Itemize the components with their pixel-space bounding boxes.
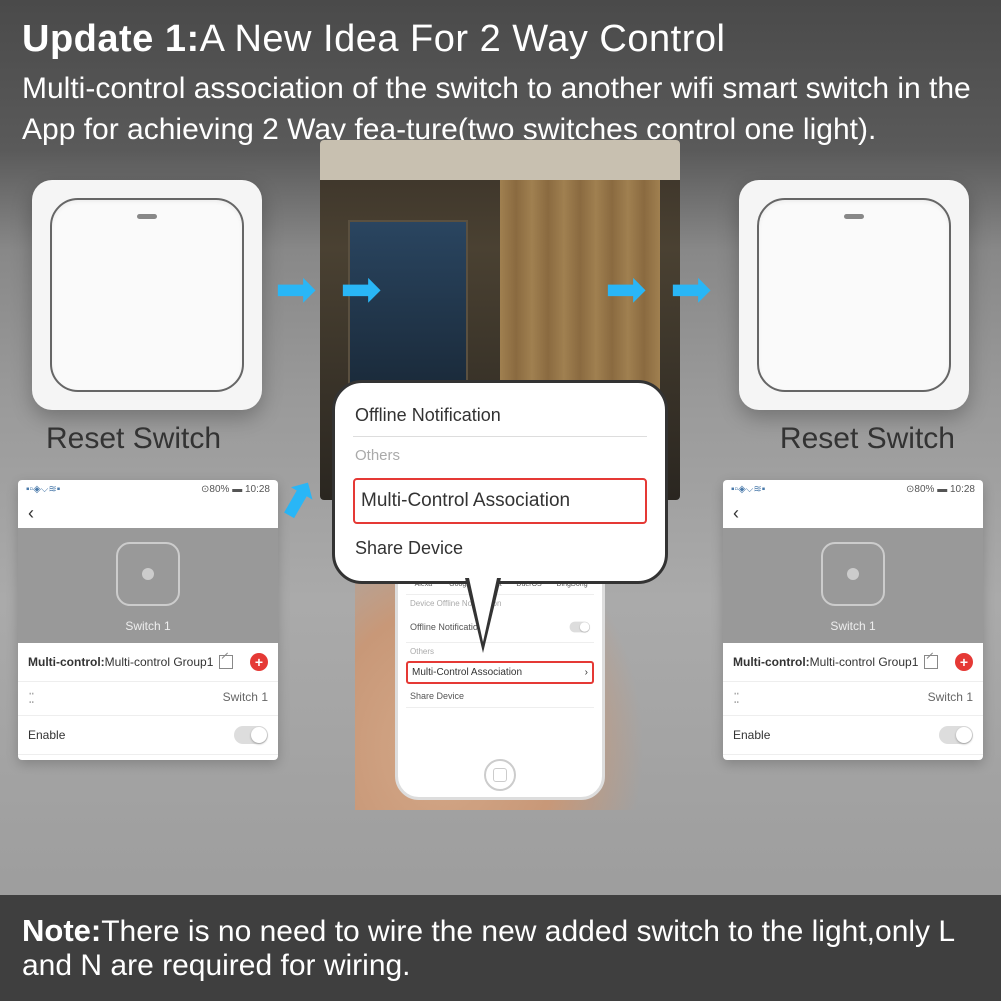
switch-plate — [757, 198, 951, 392]
sub-switch-label: Switch 1 — [223, 690, 268, 707]
chevron-right-icon: › — [585, 667, 588, 678]
dot-icon — [142, 568, 154, 580]
stage: Reset Switch Reset Switch ➡ ➡ ➡ ➡ ➡ ▪▫◈⌵… — [0, 160, 1001, 700]
back-button[interactable]: ‹ — [723, 499, 983, 528]
header: Update 1:A New Idea For 2 Way Control — [0, 0, 1001, 69]
callout-offline: Offline Notification — [353, 395, 647, 437]
dot-icon — [847, 568, 859, 580]
phone-left: ▪▫◈⌵≋▪ ⊙80% ▬ 10:28 ‹ Switch 1 Multi-con… — [18, 480, 278, 760]
footer-note: Note:There is no need to wire the new ad… — [0, 895, 1001, 1001]
switch-icon[interactable] — [821, 542, 885, 606]
status-bar: ▪▫◈⌵≋▪ ⊙80% ▬ 10:28 — [18, 480, 278, 499]
share-label: Share Device — [410, 691, 464, 701]
switch-led-icon — [137, 214, 157, 219]
device-panel: Switch 1 — [723, 528, 983, 643]
callout-share: Share Device — [353, 528, 647, 569]
note-text: There is no need to wire the new added s… — [22, 915, 954, 982]
multi-label: Multi-Control Association — [412, 667, 522, 678]
plus-icon[interactable]: + — [250, 653, 268, 671]
toggle-switch[interactable] — [939, 726, 973, 744]
physical-switch-left — [32, 180, 262, 410]
plus-icon[interactable]: + — [955, 653, 973, 671]
arrow-right-icon: ➡ — [605, 260, 647, 318]
arrow-right-icon: ➡ — [275, 260, 317, 318]
sub-switch-row[interactable]: ⁚⁚ Switch 1 — [723, 682, 983, 716]
arrow-right-icon: ➡ — [670, 260, 712, 318]
multi-control-highlight[interactable]: Multi-Control Association › — [406, 661, 594, 684]
switch-plate — [50, 198, 244, 392]
callout-bubble: Offline Notification Others Multi-Contro… — [332, 380, 668, 584]
page-title: Update 1:A New Idea For 2 Way Control — [22, 18, 979, 61]
switch-name: Switch 1 — [125, 619, 170, 633]
callout-others: Others — [353, 437, 647, 474]
home-button-icon[interactable] — [484, 759, 516, 791]
enable-row: Enable — [18, 716, 278, 755]
note-label: Note: — [22, 913, 101, 948]
multi-control-row[interactable]: Multi-control:Multi-control Group1 + — [723, 643, 983, 682]
callout-tail-icon — [465, 578, 501, 653]
switch-icon[interactable] — [116, 542, 180, 606]
device-icon: ⁚⁚ — [733, 690, 738, 707]
sub-switch-row[interactable]: ⁚⁚ Switch 1 — [18, 682, 278, 716]
multi-control-label: Multi-control:Multi-control Group1 — [733, 655, 938, 670]
device-panel: Switch 1 — [18, 528, 278, 643]
sub-switch-label: Switch 1 — [928, 690, 973, 707]
phone-right: ▪▫◈⌵≋▪ ⊙80% ▬ 10:28 ‹ Switch 1 Multi-con… — [723, 480, 983, 760]
physical-switch-right — [739, 180, 969, 410]
switch-led-icon — [844, 214, 864, 219]
switch-label-right: Reset Switch — [780, 422, 955, 456]
status-battery: ⊙80% ▬ 10:28 — [906, 484, 975, 495]
device-icon: ⁚⁚ — [28, 690, 33, 707]
status-battery: ⊙80% ▬ 10:28 — [201, 484, 270, 495]
enable-row: Enable — [723, 716, 983, 755]
enable-label: Enable — [28, 728, 65, 742]
back-button[interactable]: ‹ — [18, 499, 278, 528]
switch-name: Switch 1 — [830, 619, 875, 633]
toggle-switch[interactable] — [570, 622, 590, 633]
ceiling — [320, 140, 680, 180]
toggle-switch[interactable] — [234, 726, 268, 744]
title-rest: A New Idea For 2 Way Control — [200, 18, 726, 60]
arrow-right-icon: ➡ — [340, 260, 382, 318]
status-bar: ▪▫◈⌵≋▪ ⊙80% ▬ 10:28 — [723, 480, 983, 499]
share-row[interactable]: Share Device — [406, 685, 594, 708]
callout-multi-highlight: Multi-Control Association — [353, 478, 647, 524]
status-icons: ▪▫◈⌵≋▪ — [731, 484, 765, 495]
multi-control-label: Multi-control:Multi-control Group1 — [28, 655, 233, 670]
status-icons: ▪▫◈⌵≋▪ — [26, 484, 60, 495]
switch-label-left: Reset Switch — [46, 422, 221, 456]
edit-icon[interactable] — [924, 655, 938, 669]
enable-label: Enable — [733, 728, 770, 742]
multi-control-row[interactable]: Multi-control:Multi-control Group1 + — [18, 643, 278, 682]
title-bold: Update 1: — [22, 18, 200, 60]
edit-icon[interactable] — [219, 655, 233, 669]
